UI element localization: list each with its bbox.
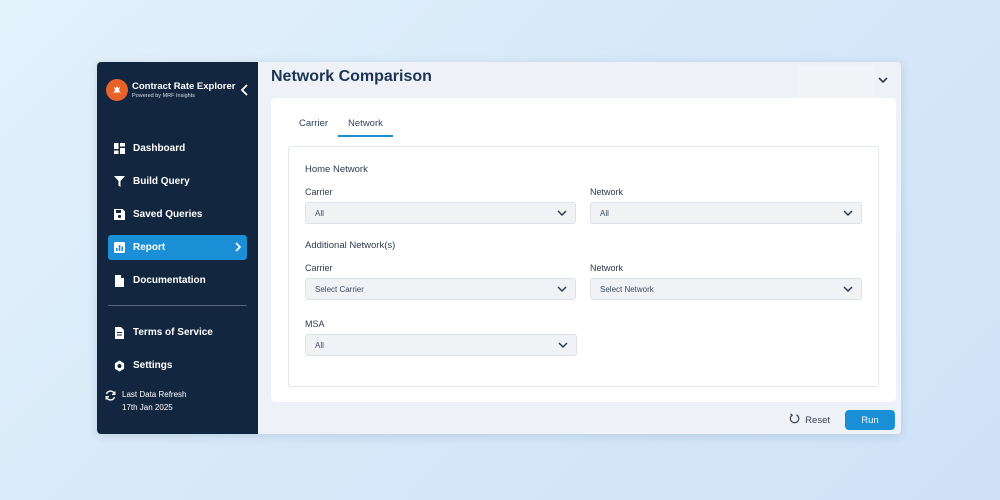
sidebar-item-label: Terms of Service xyxy=(133,327,213,338)
reset-label: Reset xyxy=(805,414,830,426)
funnel-icon xyxy=(114,176,125,187)
sidebar-item-label: Dashboard xyxy=(133,143,186,154)
chevron-down-icon xyxy=(843,286,853,293)
reset-button[interactable]: Reset xyxy=(789,413,830,427)
tab-bar: Carrier Network xyxy=(289,116,393,137)
data-refresh-info: Last Data Refresh 17th Jan 2025 xyxy=(105,388,186,414)
header-placeholder xyxy=(798,66,874,100)
gear-icon xyxy=(114,360,125,371)
select-value: All xyxy=(315,340,324,350)
sidebar-item-label: Saved Queries xyxy=(133,209,203,220)
form-actions: Reset Run xyxy=(789,410,895,430)
additional-carrier-label: Carrier xyxy=(305,263,333,273)
sidebar-item-report[interactable]: Report xyxy=(108,235,247,260)
chevron-down-icon xyxy=(558,342,568,349)
home-carrier-select[interactable]: All xyxy=(305,202,576,224)
sidebar-item-dashboard[interactable]: Dashboard xyxy=(108,136,247,161)
app-window: Contract Rate Explorer Powered by MRF In… xyxy=(97,62,901,434)
deer-icon xyxy=(106,79,128,101)
save-icon xyxy=(114,209,125,220)
chevron-right-icon xyxy=(235,242,241,252)
reset-icon xyxy=(789,413,800,427)
app-subtitle: Powered by MRF Insights xyxy=(132,92,195,99)
sidebar-item-saved-queries[interactable]: Saved Queries xyxy=(108,202,247,227)
header-expand-button[interactable] xyxy=(877,72,889,84)
tab-carrier[interactable]: Carrier xyxy=(289,116,338,137)
tab-network[interactable]: Network xyxy=(338,116,393,137)
select-value: Select Network xyxy=(600,284,654,294)
additional-carrier-select[interactable]: Select Carrier xyxy=(305,278,576,300)
sidebar-item-build-query[interactable]: Build Query xyxy=(108,169,247,194)
additional-networks-heading: Additional Network(s) xyxy=(305,240,396,251)
home-network-select[interactable]: All xyxy=(590,202,862,224)
document-icon xyxy=(114,274,125,287)
select-value: Select Carrier xyxy=(315,284,364,294)
collapse-sidebar-button[interactable] xyxy=(240,83,250,97)
select-value: All xyxy=(315,208,324,218)
sidebar-nav: Dashboard Build Query Saved Queries Repo… xyxy=(108,136,247,301)
refresh-label: Last Data Refresh xyxy=(122,390,187,399)
home-carrier-label: Carrier xyxy=(305,187,333,197)
main-content: Network Comparison Carrier Network Home … xyxy=(258,62,901,434)
sidebar-item-label: Report xyxy=(133,242,166,253)
msa-label: MSA xyxy=(305,319,325,329)
refresh-date: 17th Jan 2025 xyxy=(122,403,173,412)
chevron-down-icon xyxy=(557,210,567,217)
terms-icon xyxy=(114,326,125,339)
comparison-card: Carrier Network Home Network Carrier All… xyxy=(271,98,896,402)
refresh-icon xyxy=(105,388,117,414)
brand: Contract Rate Explorer Powered by MRF In… xyxy=(106,79,235,101)
sidebar-item-documentation[interactable]: Documentation xyxy=(108,268,247,293)
sidebar: Contract Rate Explorer Powered by MRF In… xyxy=(97,62,258,434)
network-form: Home Network Carrier All Network All Add… xyxy=(288,146,879,387)
home-network-label: Network xyxy=(590,187,624,197)
sidebar-item-label: Settings xyxy=(133,360,173,371)
additional-network-label: Network xyxy=(590,263,624,273)
chevron-down-icon xyxy=(843,210,853,217)
home-network-heading: Home Network xyxy=(305,164,368,175)
chevron-down-icon xyxy=(878,77,888,84)
chart-icon xyxy=(114,242,125,253)
additional-network-select[interactable]: Select Network xyxy=(590,278,862,300)
sidebar-item-label: Build Query xyxy=(133,176,190,187)
sidebar-item-settings[interactable]: Settings xyxy=(108,353,247,378)
run-button[interactable]: Run xyxy=(845,410,895,430)
sidebar-secondary-nav: Terms of Service Settings xyxy=(108,320,247,386)
sidebar-item-label: Documentation xyxy=(133,275,206,286)
sidebar-item-terms[interactable]: Terms of Service xyxy=(108,320,247,345)
chevron-left-icon xyxy=(240,84,248,96)
page-title: Network Comparison xyxy=(271,68,432,85)
sidebar-divider xyxy=(108,305,247,306)
app-title: Contract Rate Explorer xyxy=(132,80,236,92)
chevron-down-icon xyxy=(557,286,567,293)
select-value: All xyxy=(600,208,609,218)
dashboard-icon xyxy=(114,143,125,154)
msa-select[interactable]: All xyxy=(305,334,577,356)
